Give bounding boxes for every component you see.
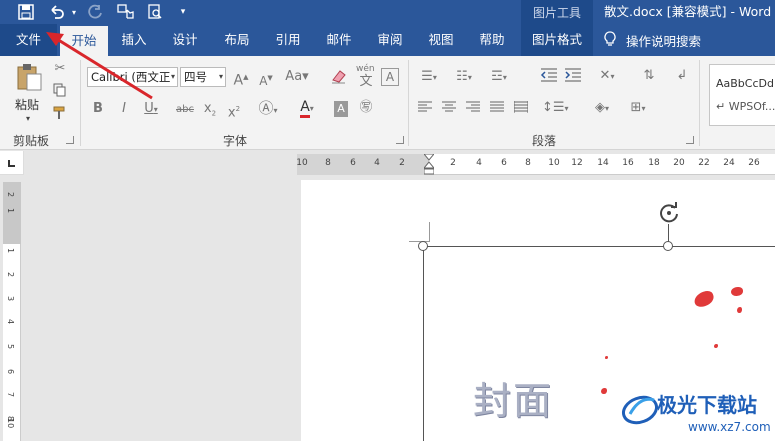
annotation-arrow xyxy=(46,32,153,100)
